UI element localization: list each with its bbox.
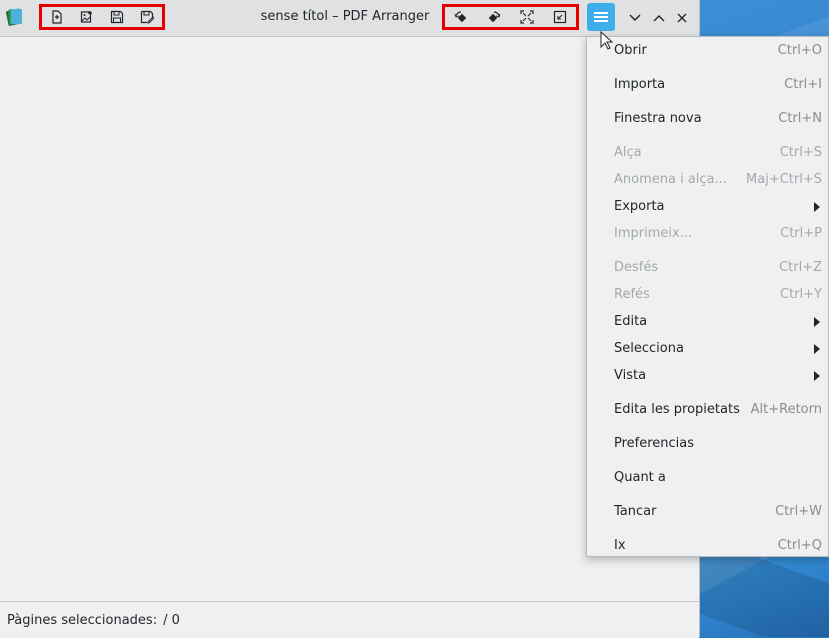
submenu-arrow-icon xyxy=(814,344,820,354)
submenu-arrow-icon xyxy=(814,317,820,327)
menu-item-edita[interactable]: Edita xyxy=(587,310,828,334)
menu-item-ix[interactable]: Ix Ctrl+Q xyxy=(587,534,828,558)
minimize-button[interactable] xyxy=(625,8,645,28)
image-add-icon xyxy=(80,11,92,23)
menu-item-vista[interactable]: Vista xyxy=(587,364,828,388)
menu-item-selecciona[interactable]: Selecciona xyxy=(587,337,828,361)
menu-item-importa[interactable]: Importa Ctrl+I xyxy=(587,73,828,97)
selected-pages-count: / 0 xyxy=(163,613,180,628)
rotate-left-icon xyxy=(454,11,467,23)
submenu-arrow-icon xyxy=(814,371,820,381)
chevron-up-icon xyxy=(653,15,665,22)
status-bar: Pàgines seleccionades: / 0 xyxy=(0,601,699,638)
window-title: sense títol – PDF Arranger xyxy=(260,9,430,24)
save-button[interactable] xyxy=(102,7,132,27)
pdf-arranger-app-icon xyxy=(6,8,22,26)
close-button[interactable] xyxy=(672,8,692,28)
rotate-right-button[interactable] xyxy=(478,7,511,27)
menu-item-preferencias[interactable]: Preferencias xyxy=(587,432,828,456)
save-as-button[interactable] xyxy=(132,7,162,27)
menu-item-exporta[interactable]: Exporta xyxy=(587,195,828,219)
open-file-button[interactable] xyxy=(42,7,72,27)
submenu-arrow-icon xyxy=(814,202,820,212)
hamburger-menu-icon xyxy=(594,12,608,22)
menu-item-imprimeix[interactable]: Imprimeix... Ctrl+P xyxy=(587,222,828,246)
menu-item-edita-les-propietats[interactable]: Edita les propietats Alt+Retorn xyxy=(587,398,828,422)
maximize-button[interactable] xyxy=(649,8,669,28)
zoom-in-out-button[interactable] xyxy=(543,7,576,27)
menu-item-refes[interactable]: Refés Ctrl+Y xyxy=(587,283,828,307)
menu-item-desfes[interactable]: Desfés Ctrl+Z xyxy=(587,256,828,280)
main-menu-popup: Obrir Ctrl+O Importa Ctrl+I Finestra nova C… xyxy=(586,36,829,557)
right-toolbar-group xyxy=(442,4,579,30)
floppy-disk-edit-icon xyxy=(140,10,154,24)
zoom-fit-button[interactable] xyxy=(511,7,544,27)
selected-pages-label: Pàgines seleccionades: xyxy=(7,613,158,628)
menu-item-alca[interactable]: Alça Ctrl+S xyxy=(587,141,828,165)
menu-item-anomena-i-alca[interactable]: Anomena i alça... Maj+Ctrl+S xyxy=(587,168,828,192)
mouse-cursor-icon xyxy=(600,31,614,50)
menu-item-finestra-nova[interactable]: Finestra nova Ctrl+N xyxy=(587,107,828,131)
fullscreen-icon xyxy=(520,10,534,24)
menu-item-quant-a[interactable]: Quant a xyxy=(587,466,828,490)
menu-item-tancar[interactable]: Tancar Ctrl+W xyxy=(587,500,828,524)
rotate-left-button[interactable] xyxy=(445,7,478,27)
chevron-down-icon xyxy=(629,14,641,21)
floppy-disk-icon xyxy=(110,10,124,24)
hamburger-menu-button[interactable] xyxy=(587,3,615,31)
close-icon xyxy=(677,13,687,23)
document-open-icon xyxy=(52,10,62,24)
collapse-icon xyxy=(553,10,566,24)
menu-item-obrir[interactable]: Obrir Ctrl+O xyxy=(587,39,828,63)
import-image-button[interactable] xyxy=(72,7,102,27)
title-bar: sense títol – PDF Arranger xyxy=(0,0,699,37)
left-toolbar-group xyxy=(39,4,165,30)
rotate-right-icon xyxy=(488,11,501,23)
